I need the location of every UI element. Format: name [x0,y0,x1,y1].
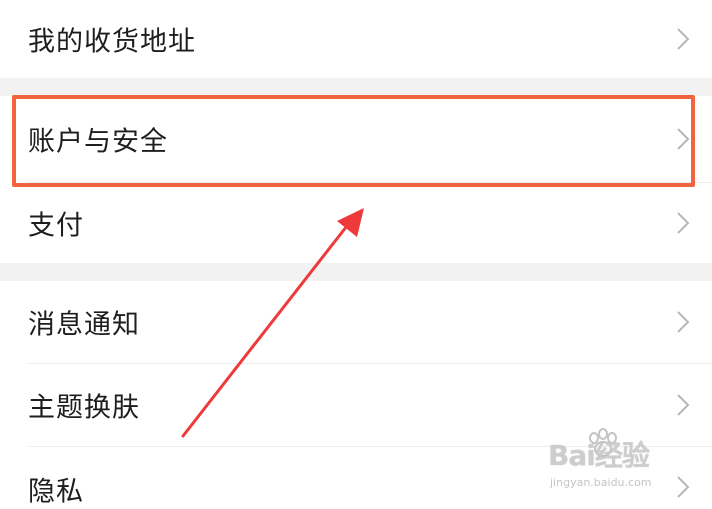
menu-item-label: 隐私 [28,476,84,508]
menu-item-label: 账户与安全 [28,126,168,158]
chevron-right-icon [677,28,690,50]
chevron-right-icon [677,394,690,416]
menu-item-notifications[interactable]: 消息通知 [0,281,712,363]
menu-item-shipping-address[interactable]: 我的收货地址 [0,0,712,78]
watermark-logo: Bai经验 [548,439,650,472]
menu-item-label: 支付 [28,210,84,242]
menu-item-label: 消息通知 [28,309,140,341]
menu-item-label: 主题换肤 [28,392,140,424]
section-separator [0,78,712,96]
menu-item-label: 我的收货地址 [28,26,196,58]
chevron-right-icon [677,128,690,150]
watermark-url: jingyan.baidu.com [550,476,652,489]
section-separator [0,263,712,281]
chevron-right-icon [677,212,690,234]
menu-item-account-security[interactable]: 账户与安全 [0,96,712,182]
watermark: Bai经验 jingyan.baidu.com [548,428,708,498]
chevron-right-icon [677,311,690,333]
menu-item-payment[interactable]: 支付 [0,183,712,263]
